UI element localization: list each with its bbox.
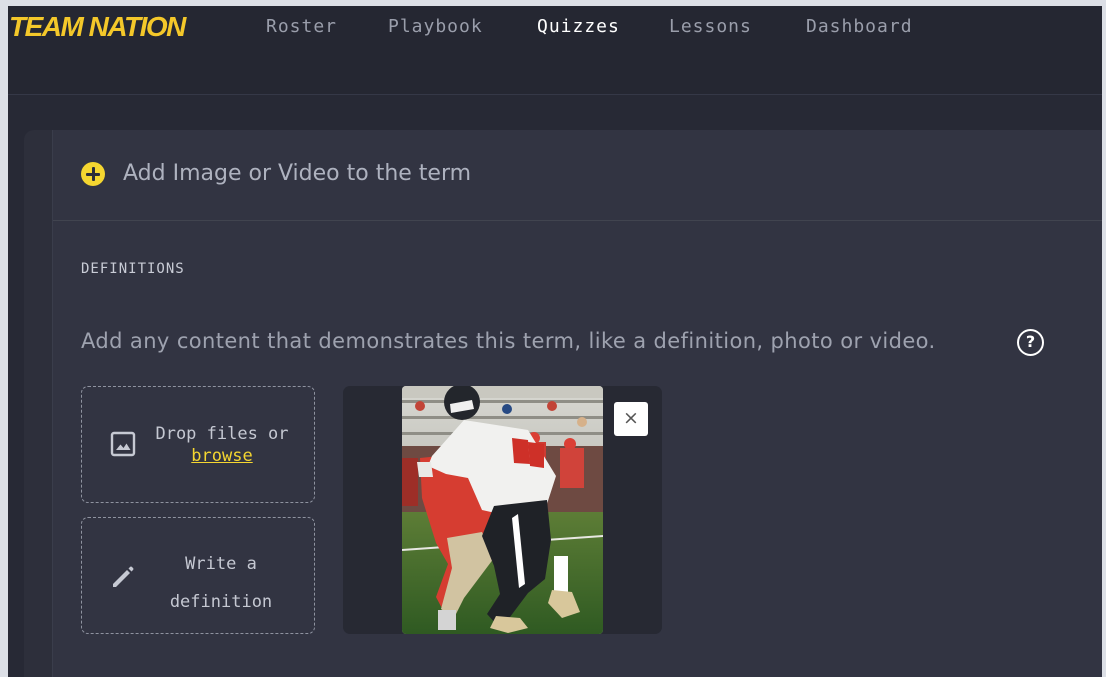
- dropzone-label: Drop files or: [155, 424, 289, 444]
- nav-dashboard[interactable]: Dashboard: [806, 16, 913, 38]
- uploaded-football-photo[interactable]: [402, 386, 603, 634]
- definitions-hint: Add any content that demonstrates this t…: [81, 329, 936, 353]
- nav-playbook[interactable]: Playbook: [388, 16, 483, 38]
- file-dropzone[interactable]: Drop files or browse: [81, 386, 315, 503]
- add-media-button[interactable]: Add Image or Video to the term: [53, 130, 1106, 221]
- browse-link[interactable]: browse: [191, 445, 252, 467]
- write-definition-line1: Write a: [185, 554, 257, 574]
- definitions-heading: DEFINITIONS: [81, 261, 185, 277]
- term-editor-card: Add Image or Video to the term DEFINITIO…: [52, 130, 1106, 677]
- nav-roster[interactable]: Roster: [266, 16, 337, 38]
- close-icon[interactable]: ×: [614, 402, 648, 436]
- nav-lessons[interactable]: Lessons: [669, 16, 752, 38]
- image-icon: [110, 431, 136, 457]
- write-definition-line2: definition: [169, 592, 273, 612]
- plus-circle-icon: [81, 162, 105, 186]
- dropzone-text: Drop files or browse: [152, 423, 292, 467]
- write-definition-button[interactable]: Write a definition: [81, 517, 315, 634]
- team-nation-logo[interactable]: TEAM NATION: [9, 10, 186, 44]
- top-navigation: TEAM NATION Roster Playbook Quizzes Less…: [0, 0, 1106, 95]
- pencil-icon: [113, 566, 134, 587]
- add-media-label: Add Image or Video to the term: [123, 161, 472, 186]
- question-circle-icon[interactable]: ?: [1017, 329, 1044, 356]
- write-definition-text: Write a definition: [158, 545, 284, 621]
- nav-quizzes[interactable]: Quizzes: [537, 16, 620, 38]
- media-item-tile: ×: [343, 386, 662, 634]
